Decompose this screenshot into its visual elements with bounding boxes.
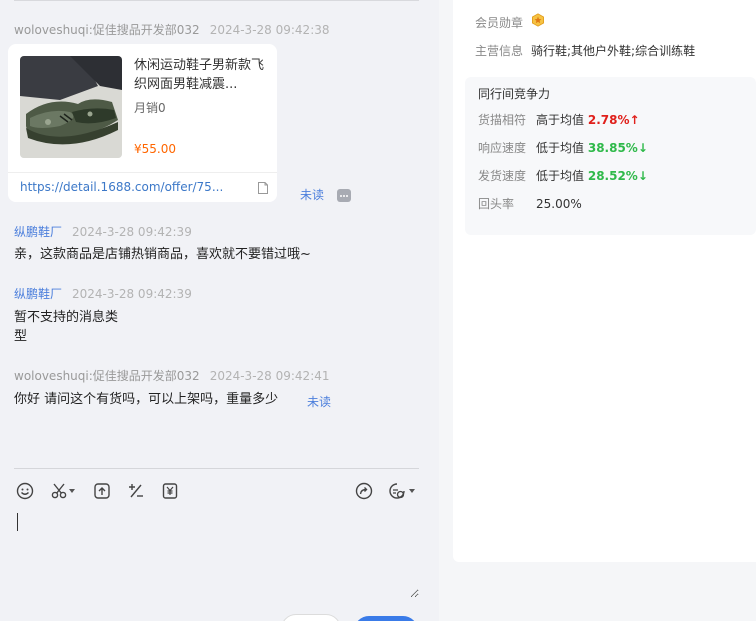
send-button[interactable] [354, 616, 418, 621]
sender-name: woloveshuqi:促佳搜品开发部032 [14, 369, 200, 383]
product-price: ¥55.00 [134, 142, 176, 156]
divider [14, 0, 419, 1]
medal-icon[interactable] [531, 13, 545, 27]
member-badge-row: 会员勋章 [475, 14, 531, 31]
unread-status: 未读 [300, 188, 325, 202]
competition-row: 发货速度 低于均值 28.52%↓ [478, 167, 648, 184]
message-meta: woloveshuqi:促佳搜品开发部032 2024-3-28 09:42:38 [14, 21, 330, 38]
toolbar-divider [14, 468, 419, 469]
metric-label: 响应速度 [478, 141, 527, 155]
chevron-down-icon[interactable] [69, 489, 75, 493]
coupon-icon[interactable] [160, 481, 180, 501]
sender-name: woloveshuqi:促佳搜品开发部032 [14, 23, 200, 37]
message-meta: 纵鹏鞋厂 2024-3-28 09:42:39 [14, 285, 192, 302]
product-card[interactable]: 休闲运动鞋子男新款飞织网面男鞋减震... 月销0 ¥55.00 https://… [8, 44, 277, 202]
arrow-down-icon: ↓ [637, 169, 648, 183]
close-button[interactable] [281, 614, 341, 621]
member-badge-label: 会员勋章 [475, 16, 524, 30]
copy-icon[interactable] [257, 181, 269, 195]
metric-label: 货描相符 [478, 113, 527, 127]
quick-phrase-icon[interactable] [126, 481, 146, 501]
metric-value: 25.00% [536, 197, 582, 211]
competition-card: 同行间竞争力 货描相符 高于均值 2.78%↑ 响应速度 低于均值 38.85%↓ … [465, 77, 756, 235]
text-cursor [17, 513, 18, 531]
chevron-down-icon[interactable] [409, 489, 415, 493]
unread-status: 未读 [307, 395, 332, 409]
message-text-line2: 型 [14, 329, 28, 344]
main-business-label: 主营信息 [475, 44, 524, 58]
message-text-line1: 暂不支持的消息类 [14, 310, 119, 325]
metric-compare: 高于均值 [536, 113, 585, 127]
main-business-row: 主营信息 骑行鞋;其他户外鞋;综合训练鞋 [475, 42, 695, 59]
scissors-icon[interactable] [49, 481, 69, 501]
message-input[interactable] [14, 508, 419, 598]
message-meta: 纵鹏鞋厂 2024-3-28 09:42:39 [14, 223, 192, 240]
more-icon[interactable] [337, 189, 351, 202]
competition-row: 货描相符 高于均值 2.78%↑ [478, 111, 640, 128]
message-meta: woloveshuqi:促佳搜品开发部032 2024-3-28 09:42:41 [14, 367, 330, 384]
share-icon[interactable] [354, 481, 374, 501]
message-text: 亲，这款商品是店铺热销商品，喜欢就不要错过哦~ [14, 247, 311, 262]
competition-row: 回头率 25.00% [478, 195, 582, 212]
product-image[interactable] [20, 56, 122, 158]
message-time: 2024-3-28 09:42:39 [72, 287, 192, 301]
metric-value: 2.78% [587, 113, 630, 127]
product-link[interactable]: https://detail.1688.com/offer/75... [20, 180, 225, 194]
arrow-up-icon: ↑ [629, 113, 640, 127]
metric-compare: 低于均值 [536, 141, 585, 155]
product-link-row: https://detail.1688.com/offer/75... [8, 172, 277, 202]
chat-pane: woloveshuqi:促佳搜品开发部032 2024-3-28 09:42:38… [0, 0, 439, 621]
main-business-value: 骑行鞋;其他户外鞋;综合训练鞋 [531, 44, 696, 58]
sender-name[interactable]: 纵鹏鞋厂 [14, 225, 62, 239]
message-time: 2024-3-28 09:42:39 [72, 225, 192, 239]
competition-row: 响应速度 低于均值 38.85%↓ [478, 139, 648, 156]
arrow-down-icon: ↓ [637, 141, 648, 155]
competition-title: 同行间竞争力 [478, 87, 551, 101]
upload-icon[interactable] [92, 481, 112, 501]
product-title[interactable]: 休闲运动鞋子男新款飞织网面男鞋减震... [134, 56, 268, 94]
message-text: 你好 请问这个有货吗，可以上架吗，重量多少 [14, 392, 279, 407]
sender-name[interactable]: 纵鹏鞋厂 [14, 287, 62, 301]
metric-compare: 低于均值 [536, 169, 585, 183]
metric-label: 发货速度 [478, 169, 527, 183]
settings-icon[interactable] [387, 481, 407, 501]
message-time: 2024-3-28 09:42:41 [209, 369, 330, 383]
message-time: 2024-3-28 09:42:38 [209, 23, 330, 37]
product-sales: 月销0 [134, 101, 166, 115]
metric-value: 38.85% [587, 141, 638, 155]
metric-label: 回头率 [478, 197, 515, 211]
emoji-icon[interactable] [15, 481, 35, 501]
metric-value: 28.52% [587, 169, 638, 183]
